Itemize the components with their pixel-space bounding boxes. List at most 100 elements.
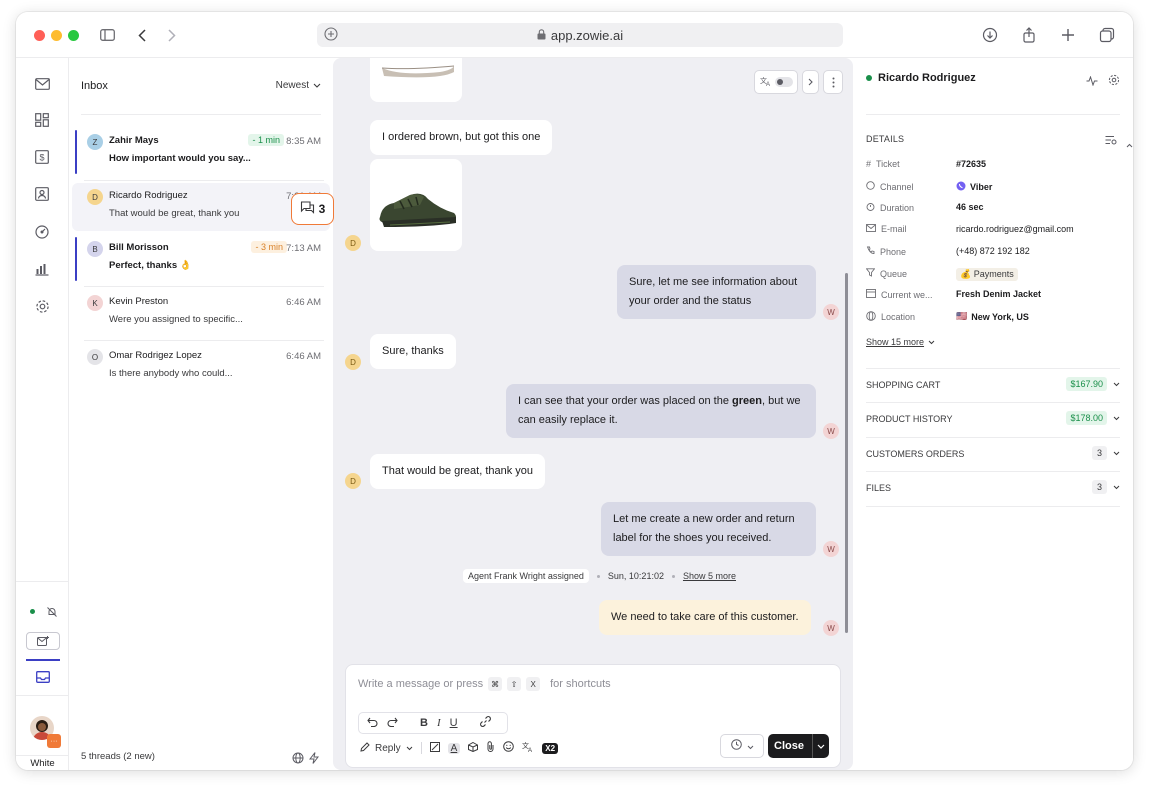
- thread-item-omar[interactable]: O Omar Rodrigez Lopez 6:46 AM Is there a…: [72, 343, 330, 391]
- more-options-icon[interactable]: [823, 70, 843, 94]
- close-conversation-button[interactable]: Close: [768, 734, 829, 758]
- history-total: $178.00: [1066, 411, 1107, 425]
- filter-icon[interactable]: [1105, 132, 1117, 150]
- address-bar[interactable]: app.zowie.ai: [317, 23, 843, 47]
- contacts-icon[interactable]: [32, 184, 52, 204]
- toggle-switch[interactable]: [774, 77, 793, 87]
- text-format-icon[interactable]: A: [447, 742, 461, 754]
- dashboard-icon[interactable]: [32, 110, 52, 130]
- thread-time: 6:46 AM: [286, 351, 321, 362]
- url-text: app.zowie.ai: [550, 27, 624, 43]
- close-options-chevron-icon[interactable]: [812, 734, 829, 758]
- forward-icon[interactable]: [161, 24, 183, 46]
- detail-channel: Channel Viber: [866, 179, 1120, 195]
- thread-name: Ricardo Rodriguez: [109, 190, 188, 201]
- back-icon[interactable]: [131, 24, 153, 46]
- inbox-panel: Inbox Newest Z Zahir Mays - 1 min 8:35 A…: [69, 58, 333, 770]
- emoji-icon[interactable]: [503, 741, 515, 755]
- customer-avatar: D: [345, 354, 361, 370]
- next-icon[interactable]: [802, 70, 819, 94]
- template-icon[interactable]: [429, 741, 440, 755]
- redo-icon[interactable]: [387, 717, 398, 730]
- agent-avatar: W: [823, 541, 839, 557]
- show-more-events-link[interactable]: Show 5 more: [683, 571, 736, 581]
- gear-icon[interactable]: [1108, 73, 1120, 91]
- italic-icon[interactable]: I: [437, 717, 441, 729]
- settings-icon[interactable]: [32, 296, 52, 316]
- thread-item-zahir[interactable]: Z Zahir Mays - 1 min 8:35 AM How importa…: [72, 128, 330, 176]
- browser-window-icon: [866, 289, 876, 300]
- close-window-button[interactable]: [34, 30, 45, 41]
- tab-overview-icon[interactable]: [1096, 24, 1118, 46]
- detail-duration: Duration 46 sec: [866, 200, 1120, 216]
- thread-name: Omar Rodrigez Lopez: [109, 350, 202, 361]
- new-tab-icon[interactable]: [323, 26, 339, 45]
- inbox-icon[interactable]: [33, 667, 53, 687]
- chat-bubbles-icon: [300, 201, 315, 217]
- link-icon[interactable]: [479, 716, 491, 730]
- cube-icon[interactable]: [468, 741, 479, 755]
- performance-icon[interactable]: [32, 222, 52, 242]
- thread-preview: Is there anybody who could...: [109, 368, 233, 379]
- globe-icon[interactable]: [292, 751, 304, 769]
- system-event: Agent Frank Wright assigned Sun, 10:21:0…: [463, 569, 736, 583]
- event-time: Sun, 10:21:02: [607, 571, 664, 581]
- add-tab-icon[interactable]: [1057, 24, 1079, 46]
- thread-name: Kevin Preston: [109, 296, 169, 307]
- billing-icon[interactable]: $: [32, 147, 52, 167]
- agent-avatar: W: [823, 423, 839, 439]
- sort-dropdown[interactable]: Newest: [276, 80, 321, 91]
- thread-count: 5 threads (2 new): [81, 751, 155, 762]
- bold-icon[interactable]: B: [420, 717, 428, 729]
- chevron-down-icon: [313, 80, 321, 91]
- conversation-count-badge[interactable]: 3: [291, 193, 334, 225]
- svg-text:$: $: [39, 153, 44, 163]
- product-image-top[interactable]: [370, 58, 462, 102]
- product-image-sneaker[interactable]: [370, 159, 462, 251]
- undo-icon[interactable]: [367, 717, 378, 730]
- zoom-window-button[interactable]: [68, 30, 79, 41]
- schedule-dropdown[interactable]: [720, 734, 764, 758]
- status-badge: ···: [47, 734, 61, 748]
- x2-icon[interactable]: X2: [542, 742, 559, 754]
- notifications-off-icon[interactable]: [44, 602, 60, 622]
- composer-placeholder[interactable]: Write a message or press ⌘ ⇧ X for short…: [358, 677, 611, 691]
- thread-item-bill[interactable]: B Bill Morisson - 3 min 7:13 AM Perfect,…: [72, 235, 330, 283]
- sidebar-toggle-icon[interactable]: [96, 24, 118, 46]
- message-composer[interactable]: Write a message or press ⌘ ⇧ X for short…: [345, 664, 841, 768]
- minimize-window-button[interactable]: [51, 30, 62, 41]
- sla-badge: - 1 min: [248, 134, 284, 146]
- activity-icon[interactable]: [1086, 73, 1098, 91]
- mail-icon[interactable]: [32, 74, 52, 94]
- show-more-details-link[interactable]: Show 15 more: [866, 337, 935, 347]
- thread-item-kevin[interactable]: K Kevin Preston 6:46 AM Were you assigne…: [72, 289, 330, 337]
- section-customer-orders[interactable]: CUSTOMERS ORDERS 3: [866, 445, 1120, 465]
- translate-toggle[interactable]: 文A: [754, 70, 798, 94]
- chevron-down-icon: [1113, 413, 1120, 423]
- section-product-history[interactable]: PRODUCT HISTORY $178.00: [866, 410, 1120, 430]
- download-icon[interactable]: [979, 24, 1001, 46]
- hash-icon: #: [866, 159, 872, 169]
- analytics-icon[interactable]: [32, 259, 52, 279]
- chat-scrollbar[interactable]: [845, 273, 848, 633]
- attachment-icon[interactable]: [486, 741, 495, 755]
- section-shopping-cart[interactable]: SHOPPING CART $167.90: [866, 376, 1120, 396]
- reply-mode-dropdown[interactable]: Reply: [360, 741, 413, 755]
- lightning-icon[interactable]: [308, 751, 320, 769]
- avatar: K: [87, 295, 103, 311]
- compose-mail-button[interactable]: [26, 632, 60, 650]
- chevron-down-icon: [747, 737, 754, 755]
- agent-avatar: W: [823, 304, 839, 320]
- browser-toolbar: app.zowie.ai: [16, 12, 1133, 58]
- message-customer: I ordered brown, but got this one: [370, 120, 553, 155]
- section-files[interactable]: FILES 3: [866, 479, 1120, 499]
- share-icon[interactable]: [1018, 24, 1040, 46]
- underline-icon[interactable]: U: [450, 717, 458, 729]
- avatar: B: [87, 241, 103, 257]
- translate-icon[interactable]: 文A: [522, 741, 534, 755]
- online-status-dot: [866, 75, 872, 81]
- thread-name: Bill Morisson: [109, 242, 169, 253]
- chevron-up-icon[interactable]: [1126, 135, 1133, 153]
- detail-location: Location 🇺🇸 New York, US: [866, 309, 1120, 325]
- timer-icon: [866, 202, 875, 213]
